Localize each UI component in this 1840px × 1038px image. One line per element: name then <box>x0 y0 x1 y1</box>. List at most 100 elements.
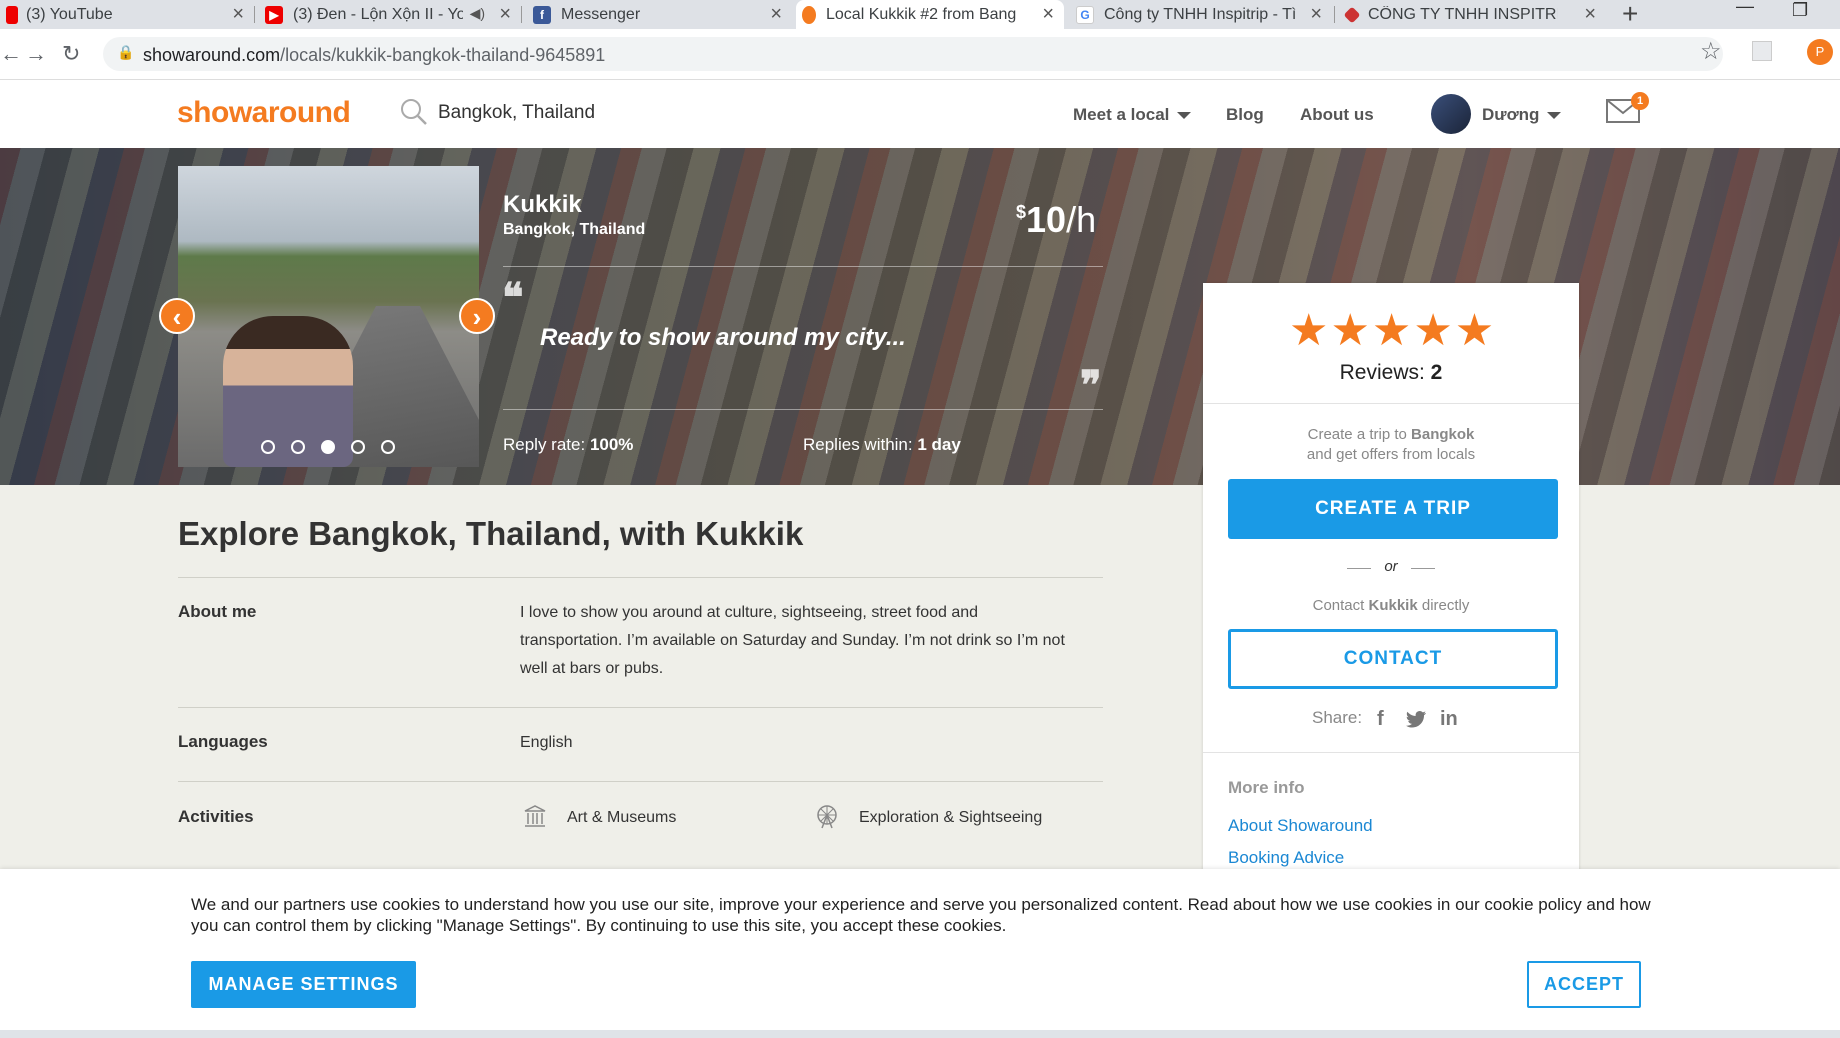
restore-icon[interactable]: ❐ <box>1792 0 1808 21</box>
twitter-icon[interactable] <box>1406 711 1426 728</box>
tab-separator <box>521 6 522 23</box>
facebook-icon: f <box>533 5 551 24</box>
close-icon[interactable]: × <box>1310 4 1322 24</box>
activity-art-museums: Art & Museums <box>567 809 677 826</box>
extension-icon[interactable] <box>1752 41 1772 61</box>
tab-title: Local Kukkik #2 from Bangkok <box>826 5 1016 23</box>
photo-dot-2[interactable] <box>291 440 305 454</box>
photo-dot-3[interactable] <box>321 440 335 454</box>
close-quote-icon: ❞ <box>1080 362 1102 409</box>
divider <box>503 266 1103 267</box>
hourly-price: $10/h <box>1016 199 1097 240</box>
tab-company[interactable]: CÔNG TY TNHH INSPITRIP × <box>1340 0 1606 29</box>
tab-separator <box>1334 6 1335 23</box>
nav-about-us[interactable]: About us <box>1300 105 1374 125</box>
tab-showaround[interactable]: Local Kukkik #2 from Bangkok × <box>796 0 1064 29</box>
share-label: Share: <box>1312 708 1363 727</box>
tab-google[interactable]: G Công ty TNHH Inspitrip - Tìm × <box>1070 0 1332 29</box>
divider <box>503 409 1103 410</box>
activity-exploration-sightseeing: Exploration & Sightseeing <box>859 809 1043 826</box>
user-avatar[interactable] <box>1431 94 1471 134</box>
photo-next-button[interactable]: › <box>459 298 495 334</box>
mail-count-badge: 1 <box>1631 92 1649 110</box>
forward-icon[interactable]: → <box>25 41 47 67</box>
user-menu[interactable]: Dương <box>1482 105 1562 125</box>
tagline-quote: Ready to show around my city... <box>540 324 906 351</box>
tab-title: Messenger <box>561 5 641 23</box>
close-icon[interactable]: × <box>232 4 244 24</box>
tab-title: Công ty TNHH Inspitrip - Tìm <box>1104 5 1296 23</box>
replies-within: Replies within: 1 day <box>803 435 961 454</box>
languages-value: English <box>520 734 573 751</box>
close-icon[interactable]: × <box>499 4 511 24</box>
cookie-text: We and our partners use cookies to under… <box>191 895 1651 935</box>
photo-dot-4[interactable] <box>351 440 365 454</box>
reply-rate: Reply rate: 100% <box>503 435 634 454</box>
booking-card: ★★★★★ Reviews: 2 Create a trip to Bangko… <box>1203 283 1579 883</box>
local-name: Kukkik <box>503 191 582 218</box>
profile-photo[interactable] <box>178 166 479 467</box>
search-input[interactable]: Bangkok, Thailand <box>438 102 595 124</box>
about-showaround-link[interactable]: About Showaround <box>1228 816 1373 836</box>
youtube-icon <box>6 5 18 24</box>
search-icon[interactable] <box>400 98 428 126</box>
rating-stars: ★★★★★ <box>1289 306 1497 355</box>
back-icon[interactable]: ← <box>0 41 22 67</box>
tab-title: (3) YouTube <box>26 5 113 23</box>
photo-prev-button[interactable]: ‹ <box>159 298 195 334</box>
showaround-logo[interactable]: showaround <box>177 96 351 130</box>
star-icon[interactable]: ☆ <box>1700 37 1722 66</box>
nav-meet-a-local[interactable]: Meet a local <box>1073 105 1192 125</box>
address-bar: ← → ↻ 🔒 showaround.com/locals/kukkik-ban… <box>0 29 1840 80</box>
divider <box>178 781 1103 782</box>
youtube-icon: ▶ <box>265 5 283 24</box>
linkedin-icon[interactable]: in <box>1440 708 1458 731</box>
tab-messenger[interactable]: f Messenger × <box>527 0 792 29</box>
manage-settings-button[interactable]: MANAGE SETTINGS <box>191 961 416 1008</box>
site-header: showaround Bangkok, Thailand Meet a loca… <box>0 80 1840 148</box>
open-quote-icon: ❝ <box>502 274 524 321</box>
new-tab-button[interactable]: + <box>1622 0 1638 30</box>
photo-dot-5[interactable] <box>381 440 395 454</box>
museum-icon <box>524 805 546 827</box>
cookie-banner: We and our partners use cookies to under… <box>0 869 1840 1038</box>
activities-label: Activities <box>178 807 254 826</box>
url-text[interactable]: showaround.com/locals/kukkik-bangkok-tha… <box>143 45 605 66</box>
scrollbar[interactable] <box>0 1030 1840 1038</box>
google-icon: G <box>1076 5 1094 24</box>
nav-blog[interactable]: Blog <box>1226 105 1264 125</box>
more-info-heading: More info <box>1228 778 1305 797</box>
photo-dot-1[interactable] <box>261 440 275 454</box>
languages-label: Languages <box>178 732 268 751</box>
tab-title: (3) Đen - Lộn Xộn II - You <box>293 5 463 23</box>
minimize-icon[interactable]: — <box>1736 0 1754 17</box>
accept-button[interactable]: ACCEPT <box>1527 961 1641 1008</box>
create-trip-button[interactable]: CREATE A TRIP <box>1228 479 1558 539</box>
contact-button[interactable]: CONTACT <box>1228 629 1558 689</box>
profile-avatar[interactable]: P <box>1807 39 1833 65</box>
create-trip-note: Create a trip to Bangkok and get offers f… <box>1306 426 1476 463</box>
showaround-icon <box>802 5 816 24</box>
close-icon[interactable]: × <box>770 4 782 24</box>
close-icon[interactable]: × <box>1584 4 1596 24</box>
reviews-count[interactable]: Reviews: 2 <box>1203 361 1579 385</box>
contact-note: Contact Kukkik directly <box>1312 597 1470 614</box>
chevron-down-icon <box>1177 112 1192 120</box>
tab-youtube[interactable]: (3) YouTube × <box>0 0 254 29</box>
divider <box>178 707 1103 708</box>
close-icon[interactable]: × <box>1042 4 1054 24</box>
company-icon <box>1343 6 1361 23</box>
facebook-icon[interactable]: f <box>1377 708 1384 731</box>
reload-icon[interactable]: ↻ <box>62 41 80 67</box>
lock-icon: 🔒 <box>117 44 135 60</box>
about-me-text: I love to show you around at culture, si… <box>520 604 1065 677</box>
or-separator: or <box>1384 558 1398 575</box>
speaker-icon[interactable]: ◀) <box>470 5 485 22</box>
page-title: Explore Bangkok, Thailand, with Kukkik <box>178 515 804 552</box>
booking-advice-link[interactable]: Booking Advice <box>1228 848 1344 868</box>
tab-youtube-song[interactable]: ▶ (3) Đen - Lộn Xộn II - You ◀) × <box>259 0 521 29</box>
about-me-label: About me <box>178 602 257 621</box>
divider <box>178 577 1103 578</box>
local-location: Bangkok, Thailand <box>503 221 646 238</box>
ferris-wheel-icon <box>817 805 837 829</box>
